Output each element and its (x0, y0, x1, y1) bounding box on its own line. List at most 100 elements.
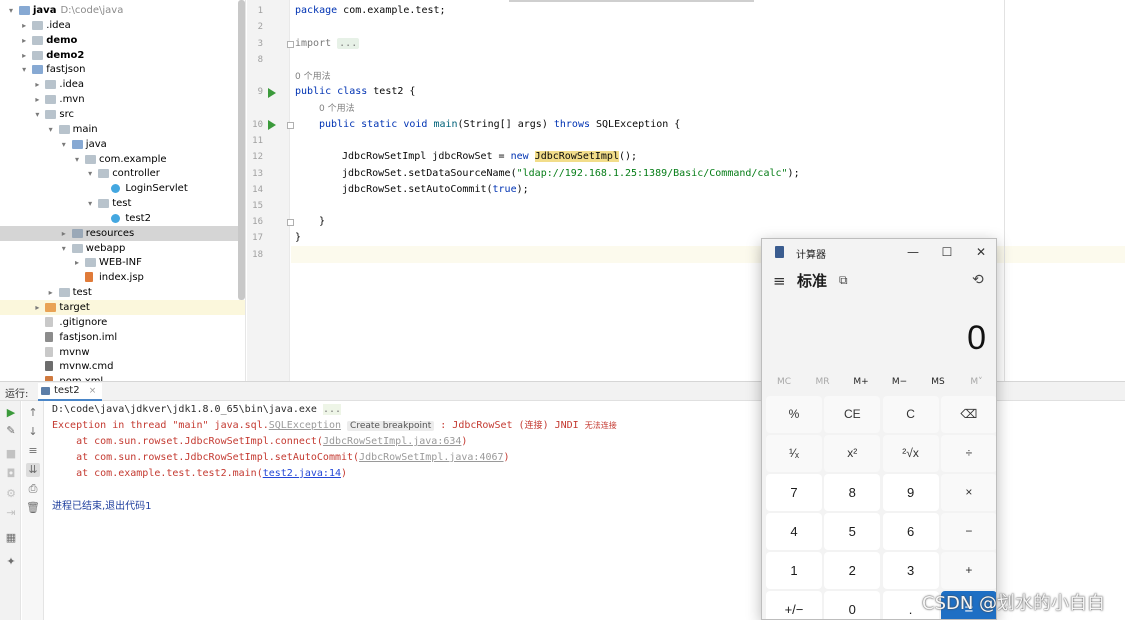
chevron-right-icon[interactable]: ▸ (32, 300, 42, 315)
tree-item-test[interactable]: ▾ test (0, 196, 245, 211)
layout-icon[interactable]: ▦ (4, 531, 18, 545)
chevron-down-icon[interactable]: ▾ (85, 196, 95, 211)
exit-icon[interactable]: ⇥ (4, 506, 18, 520)
close-tab-icon[interactable]: × (89, 386, 97, 396)
calculator-titlebar[interactable]: 计算器 — ☐ ✕ (762, 239, 996, 265)
scroll-to-end-icon[interactable]: ⇊ (26, 463, 40, 477)
stacktrace-link[interactable]: test2.java:14 (263, 468, 341, 479)
digit-0-button[interactable]: 0 (824, 591, 881, 619)
rerun-icon[interactable]: ▶ (4, 406, 18, 420)
tree-item-demo2[interactable]: ▸ demo2 (0, 48, 245, 63)
tree-item-test[interactable]: ▸ test (0, 285, 245, 300)
chevron-down-icon[interactable]: ▾ (85, 166, 95, 181)
memory-subtract-button[interactable]: M− (881, 377, 919, 387)
multiply-button[interactable]: × (940, 474, 996, 511)
chevron-down-icon[interactable]: ▾ (32, 107, 42, 122)
exception-link[interactable]: SQLException (269, 420, 341, 431)
tree-item-java[interactable]: ▾ java D:\code\java (0, 3, 245, 18)
chevron-right-icon[interactable]: ▸ (59, 226, 69, 241)
camera-icon[interactable]: ◘ (4, 467, 18, 481)
digit-3-button[interactable]: 3 (882, 552, 939, 589)
threads-icon[interactable]: ⚙ (4, 487, 18, 501)
chevron-right-icon[interactable]: ▸ (19, 48, 29, 63)
tree-scrollbar[interactable] (238, 0, 245, 300)
run-class-icon[interactable] (268, 88, 276, 98)
tree-item-idea[interactable]: ▸ .idea (0, 18, 245, 33)
expand-command[interactable]: ... (322, 404, 341, 415)
tree-item-idea[interactable]: ▸ .idea (0, 77, 245, 92)
chevron-right-icon[interactable]: ▸ (46, 285, 56, 300)
maximize-button[interactable]: ☐ (932, 242, 962, 262)
arrow-down-icon[interactable]: ↓ (26, 425, 40, 439)
digit-2-button[interactable]: 2 (824, 552, 881, 589)
subtract-button[interactable]: − (940, 513, 996, 550)
chevron-right-icon[interactable]: ▸ (32, 92, 42, 107)
square-root-button[interactable]: ²√x (882, 435, 939, 472)
tree-item-mvnw-cmd[interactable]: mvnw.cmd (0, 359, 245, 374)
keep-on-top-icon[interactable]: ⧉ (839, 273, 848, 288)
arrow-up-icon[interactable]: ↑ (26, 406, 40, 420)
hamburger-menu-icon[interactable]: ≡ (773, 272, 786, 290)
fold-toggle[interactable] (287, 41, 294, 48)
pin-icon[interactable]: ✦ (4, 555, 18, 569)
percent-button[interactable]: % (766, 396, 822, 433)
tree-item-mvn[interactable]: ▸ .mvn (0, 92, 245, 107)
fold-toggle[interactable] (287, 122, 294, 129)
digit-1-button[interactable]: 1 (766, 552, 822, 589)
tree-item-target[interactable]: ▸ target (0, 300, 245, 315)
chevron-down-icon[interactable]: ▾ (6, 3, 16, 18)
chevron-down-icon[interactable]: ▾ (72, 152, 82, 167)
tree-item-main[interactable]: ▾ main (0, 122, 245, 137)
chevron-down-icon[interactable]: ▾ (46, 122, 56, 137)
memory-store-button[interactable]: MS (919, 377, 957, 387)
trash-icon[interactable]: 🗑 (26, 501, 40, 515)
negate-button[interactable]: +/− (766, 591, 822, 619)
digit-6-button[interactable]: 6 (882, 513, 939, 550)
memory-list-button[interactable]: M˅ (958, 377, 996, 387)
tree-item-gitignore[interactable]: .gitignore (0, 315, 245, 330)
create-breakpoint-chip[interactable]: Create breakpoint (347, 421, 435, 431)
chevron-right-icon[interactable]: ▸ (32, 77, 42, 92)
tree-item-loginservlet[interactable]: LoginServlet (0, 181, 245, 196)
tree-item-com-example[interactable]: ▾ com.example (0, 152, 245, 167)
run-tab-test2[interactable]: test2 × (38, 383, 103, 401)
digit-9-button[interactable]: 9 (882, 474, 939, 511)
digit-5-button[interactable]: 5 (824, 513, 881, 550)
chevron-down-icon[interactable]: ▾ (59, 137, 69, 152)
usage-hint[interactable]: 0 个用法 (295, 69, 331, 85)
tree-item-fastjson[interactable]: ▾ fastjson (0, 62, 245, 77)
add-button[interactable]: + (940, 552, 996, 589)
print-icon[interactable]: ⎙ (26, 482, 40, 496)
wrench-icon[interactable]: ✎ (4, 424, 18, 438)
tree-item-fastjson-iml[interactable]: fastjson.iml (0, 330, 245, 345)
stop-icon[interactable]: ■ (4, 447, 18, 461)
history-icon[interactable]: ⟲ (972, 272, 984, 288)
tree-item-mvnw[interactable]: mvnw (0, 345, 245, 360)
tree-item-demo[interactable]: ▸ demo (0, 33, 245, 48)
chevron-right-icon[interactable]: ▸ (19, 33, 29, 48)
fold-toggle[interactable] (287, 219, 294, 226)
run-main-icon[interactable] (268, 120, 276, 130)
console-output[interactable]: D:\code\java\jdkver\jdk1.8.0_65\bin\java… (45, 401, 760, 620)
soft-wrap-icon[interactable]: ≡ (26, 444, 40, 458)
digit-8-button[interactable]: 8 (824, 474, 881, 511)
chevron-down-icon[interactable]: ▾ (59, 241, 69, 256)
tree-item-pom-xml[interactable]: pom.xml (0, 374, 245, 381)
backspace-button[interactable]: ⌫ (940, 396, 996, 433)
import-fold[interactable]: ... (337, 38, 360, 49)
clear-button[interactable]: C (882, 396, 939, 433)
tree-item-index-jsp[interactable]: index.jsp (0, 270, 245, 285)
chevron-right-icon[interactable]: ▸ (19, 18, 29, 33)
memory-clear-button[interactable]: MC (765, 377, 803, 387)
close-button[interactable]: ✕ (966, 242, 996, 262)
square-button[interactable]: x² (824, 435, 881, 472)
clear-entry-button[interactable]: CE (824, 396, 881, 433)
divide-button[interactable]: ÷ (940, 435, 996, 472)
chevron-down-icon[interactable]: ▾ (19, 62, 29, 77)
tree-item-test2[interactable]: test2 (0, 211, 245, 226)
chevron-right-icon[interactable]: ▸ (72, 255, 82, 270)
stacktrace-link[interactable]: JdbcRowSetImpl.java:634 (323, 436, 461, 447)
tree-item-resources[interactable]: ▸ resources (0, 225, 245, 241)
usage-hint[interactable]: 0 个用法 (319, 101, 355, 117)
tree-item-controller[interactable]: ▾ controller (0, 166, 245, 181)
